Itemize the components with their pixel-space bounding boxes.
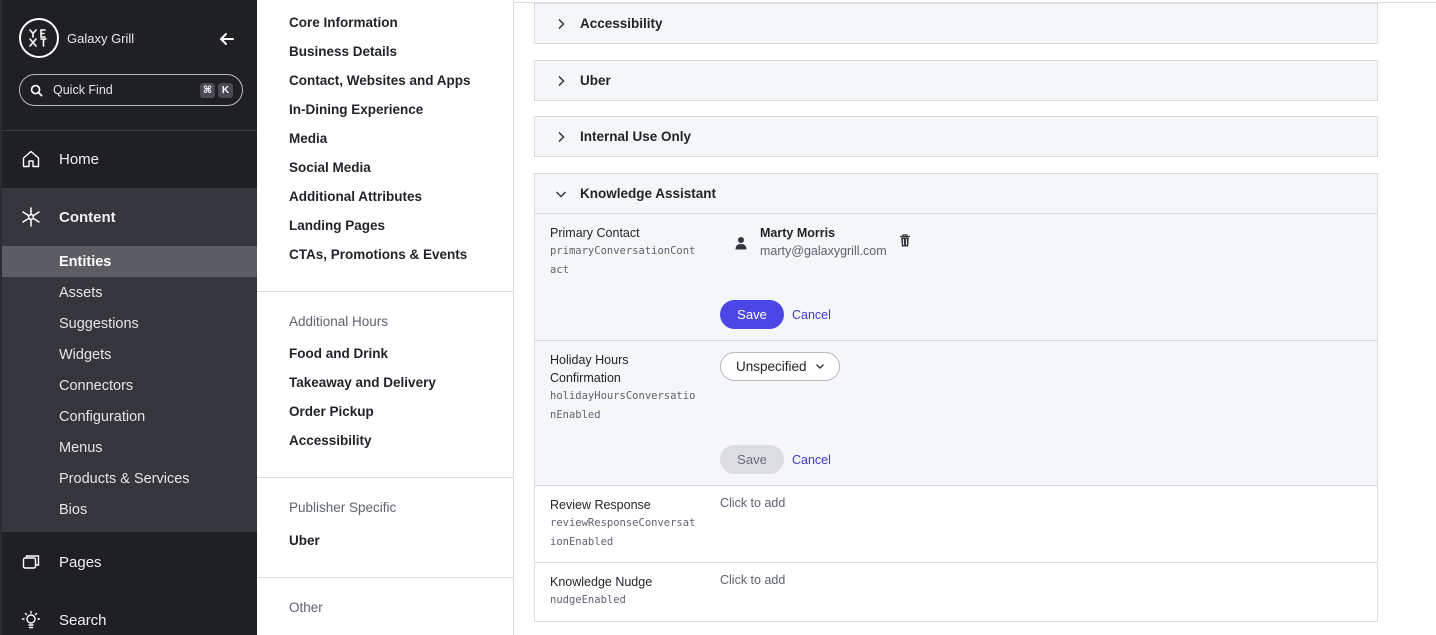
nav-home-label: Home [59, 150, 100, 168]
chevron-right-icon [555, 131, 567, 143]
quick-find-label: Quick Find [53, 83, 113, 97]
subnav-item-configuration[interactable]: Configuration [2, 401, 257, 432]
nav-content[interactable]: Content [2, 188, 257, 246]
field-label: Review Response [550, 498, 651, 512]
subnav-item-menus[interactable]: Menus [2, 432, 257, 463]
midnav-link-core-information[interactable]: Core Information [289, 15, 398, 30]
field-row-holiday-hours: Holiday Hours Confirmation holidayHoursC… [535, 341, 1377, 486]
chevron-right-icon [555, 75, 567, 87]
field-label: Knowledge Nudge [550, 575, 653, 589]
lightbulb-icon [20, 609, 42, 631]
save-button[interactable]: Save [720, 300, 784, 329]
midnav-heading-other: Other [289, 600, 323, 615]
content-icon [20, 206, 42, 228]
pages-icon [20, 551, 42, 573]
click-to-add[interactable]: Click to add [720, 573, 785, 587]
midnav-link-additional-attributes[interactable]: Additional Attributes [289, 189, 422, 204]
section-title: Knowledge Assistant [580, 186, 717, 201]
collapse-sidebar-button[interactable] [216, 28, 238, 50]
chevron-right-icon [555, 18, 567, 30]
section-title: Uber [580, 73, 611, 88]
nav-content-label: Content [59, 208, 116, 226]
section-knowledge-assistant: Knowledge Assistant Primary Contact prim… [534, 173, 1378, 622]
midnav-link-order-pickup[interactable]: Order Pickup [289, 404, 374, 419]
chevron-down-icon [815, 362, 825, 372]
content-subnav: Entities Assets Suggestions Widgets Conn… [2, 246, 257, 532]
nav-pages-label: Pages [59, 553, 102, 571]
subnav-item-bios[interactable]: Bios [2, 494, 257, 525]
chevron-down-icon [555, 188, 567, 200]
section-title: Internal Use Only [580, 129, 692, 144]
section-internal-use-only[interactable]: Internal Use Only [534, 116, 1378, 157]
contact-name: Marty Morris [760, 226, 836, 240]
nav-home[interactable]: Home [2, 130, 257, 188]
subnav-item-assets[interactable]: Assets [2, 277, 257, 308]
shortcut-key-cmd: ⌘ [200, 82, 215, 98]
field-row-review-response: Review Response reviewResponseConversati… [535, 486, 1377, 563]
subnav-item-connectors[interactable]: Connectors [2, 370, 257, 401]
field-label: Primary Contact [550, 226, 640, 240]
midnav-link-contact-websites-apps[interactable]: Contact, Websites and Apps [289, 73, 471, 88]
field-api-key: nudgeEnabled [550, 594, 626, 606]
person-icon [731, 233, 751, 253]
nav-search-label: Search [59, 611, 107, 629]
midnav-heading-publisher-specific: Publisher Specific [289, 500, 397, 515]
midnav-link-landing-pages[interactable]: Landing Pages [289, 218, 385, 233]
cancel-button[interactable]: Cancel [792, 453, 831, 467]
quick-find-input[interactable]: Quick Find ⌘ K [19, 74, 243, 106]
sidebar: Galaxy Grill Quick Find ⌘ K Home Content… [0, 0, 257, 635]
knowledge-assistant-header[interactable]: Knowledge Assistant [535, 174, 1377, 214]
midnav-link-accessibility[interactable]: Accessibility [289, 433, 372, 448]
field-row-primary-contact: Primary Contact primaryConversationConta… [535, 214, 1377, 341]
holiday-hours-select[interactable]: Unspecified [720, 352, 840, 381]
midnav-divider [257, 477, 513, 478]
midnav-link-social-media[interactable]: Social Media [289, 160, 371, 175]
midnav-link-uber[interactable]: Uber [289, 533, 320, 548]
field-label: Holiday Hours Confirmation [550, 353, 629, 385]
midnav-link-in-dining-experience[interactable]: In-Dining Experience [289, 102, 423, 117]
contact-email: marty@galaxygrill.com [760, 244, 887, 258]
midnav-link-business-details[interactable]: Business Details [289, 44, 397, 59]
midnav-heading-additional-hours: Additional Hours [289, 314, 389, 329]
subnav-item-entities[interactable]: Entities [2, 246, 257, 277]
field-row-knowledge-nudge: Knowledge Nudge nudgeEnabled Click to ad… [535, 563, 1377, 621]
midnav-link-ctas-promotions-events[interactable]: CTAs, Promotions & Events [289, 247, 467, 262]
section-accessibility[interactable]: Accessibility [534, 3, 1378, 44]
section-title: Accessibility [580, 16, 663, 31]
subnav-item-widgets[interactable]: Widgets [2, 339, 257, 370]
nav-search[interactable]: Search [2, 591, 257, 635]
home-icon [20, 148, 42, 170]
entity-section-nav: Core Information Business Details Contac… [257, 0, 514, 635]
midnav-link-food-and-drink[interactable]: Food and Drink [289, 346, 388, 361]
brand-name: Galaxy Grill [67, 30, 135, 46]
field-api-key: holidayHoursConversationEnabled [550, 390, 696, 421]
cancel-button[interactable]: Cancel [792, 308, 831, 322]
midnav-link-media[interactable]: Media [289, 131, 327, 146]
yext-logo [19, 18, 59, 58]
shortcut-key-k: K [218, 82, 233, 98]
field-api-key: reviewResponseConversationEnabled [550, 517, 696, 548]
search-icon [30, 84, 43, 96]
midnav-divider [257, 291, 513, 292]
midnav-divider [257, 577, 513, 578]
nav-pages[interactable]: Pages [2, 533, 257, 591]
arrow-left-icon [220, 33, 234, 45]
subnav-item-suggestions[interactable]: Suggestions [2, 308, 257, 339]
midnav-link-takeaway-and-delivery[interactable]: Takeaway and Delivery [289, 375, 436, 390]
trash-icon[interactable] [899, 234, 913, 248]
click-to-add[interactable]: Click to add [720, 496, 785, 510]
primary-contact-card: Marty Morris marty@galaxygrill.com [731, 224, 913, 260]
brand[interactable]: Galaxy Grill [19, 18, 134, 58]
section-uber[interactable]: Uber [534, 60, 1378, 101]
field-api-key: primaryConversationContact [550, 245, 696, 276]
select-value: Unspecified [736, 359, 807, 374]
subnav-item-products-services[interactable]: Products & Services [2, 463, 257, 494]
save-button[interactable]: Save [720, 445, 784, 474]
